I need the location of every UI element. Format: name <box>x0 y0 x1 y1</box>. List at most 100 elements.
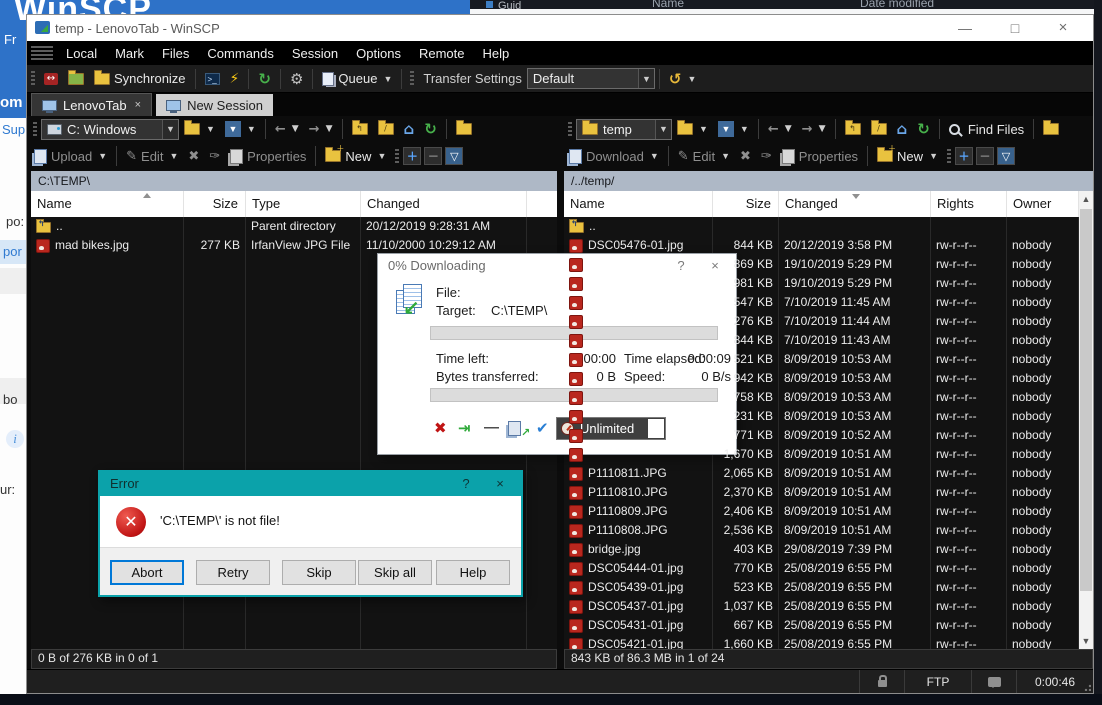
right-rename-button[interactable]: ✑ <box>756 144 777 168</box>
left-forward-button[interactable]: →▼ <box>304 117 338 141</box>
skip-all-button[interactable]: Skip all <box>358 560 432 585</box>
menu-commands[interactable]: Commands <box>198 46 282 61</box>
toolbar-grip[interactable] <box>410 71 414 86</box>
file-row[interactable]: DSC05437-01.jpg1,037 KB25/08/2019 6:55 P… <box>564 597 1079 616</box>
chevron-down-icon[interactable]: ▼ <box>655 120 671 139</box>
tab-new-session[interactable]: New Session <box>156 94 273 116</box>
column-header-name[interactable]: Name <box>564 191 713 217</box>
left-rename-button[interactable]: ✑ <box>204 144 225 168</box>
right-delete-button[interactable]: ✖ <box>735 144 756 168</box>
sync-panels-button[interactable]: ↔ <box>39 67 63 91</box>
left-selection-filter-button[interactable]: ▽ <box>445 147 463 165</box>
ok-check-icon[interactable]: ✔ <box>536 419 549 437</box>
file-row[interactable]: 547 KB7/10/2019 11:45 AMrw-r--r--nobody <box>564 293 1079 312</box>
right-new-button[interactable]: New ▼ <box>872 144 943 168</box>
file-row[interactable]: 521 KB8/09/2019 10:53 AMrw-r--r--nobody <box>564 350 1079 369</box>
left-filter-button[interactable]: ▼▼ <box>220 117 261 141</box>
file-row[interactable]: 942 KB8/09/2019 10:53 AMrw-r--r--nobody <box>564 369 1079 388</box>
close-button[interactable]: × <box>1047 18 1079 38</box>
file-row[interactable]: DSC05476-01.jpg844 KB20/12/2019 3:58 PMr… <box>564 236 1079 255</box>
left-back-button[interactable]: ←▼ <box>270 117 304 141</box>
synchronize-button[interactable]: Synchronize <box>89 67 191 91</box>
right-directory-combo[interactable]: temp ▼ <box>576 119 672 140</box>
right-edit-button[interactable]: ✎ Edit ▼ <box>673 144 735 168</box>
transfer-settings-combo[interactable]: Default ▼ <box>527 68 655 89</box>
file-row[interactable]: DSC05444-01.jpg770 KB25/08/2019 6:55 PMr… <box>564 559 1079 578</box>
file-row[interactable]: 981 KB19/10/2019 5:29 PMrw-r--r--nobody <box>564 274 1079 293</box>
chevron-down-icon[interactable]: ▼ <box>162 120 178 139</box>
session-log-cell[interactable] <box>971 670 1016 693</box>
right-open-directory-button[interactable]: ▼ <box>672 117 713 141</box>
file-row[interactable]: DSC05431-01.jpg667 KB25/08/2019 6:55 PMr… <box>564 616 1079 635</box>
encryption-cell[interactable] <box>859 670 904 693</box>
chevron-down-icon[interactable]: ▼ <box>638 69 654 88</box>
left-delete-button[interactable]: ✖ <box>183 144 204 168</box>
cancel-transfer-icon[interactable]: ✖ <box>434 419 447 437</box>
left-parent-directory-button[interactable]: ↰ <box>347 117 373 141</box>
right-properties-button[interactable]: Properties <box>777 144 863 168</box>
file-row[interactable]: P1110809.JPG2,406 KB8/09/2019 10:51 AMrw… <box>564 502 1079 521</box>
left-properties-button[interactable]: Properties <box>225 144 311 168</box>
left-home-directory-button[interactable]: ⌂ <box>399 117 420 141</box>
file-row[interactable]: 276 KB7/10/2019 11:44 AMrw-r--r--nobody <box>564 312 1079 331</box>
right-copy-path-button[interactable] <box>1038 117 1064 141</box>
toolbar-grip[interactable] <box>33 122 37 137</box>
menu-local[interactable]: Local <box>57 46 106 61</box>
scrollbar-thumb[interactable] <box>1080 209 1092 591</box>
file-row[interactable]: 771 KB8/09/2019 10:52 AMrw-r--r--nobody <box>564 426 1079 445</box>
left-refresh-button[interactable]: ↻ <box>419 117 442 141</box>
left-edit-button[interactable]: ✎ Edit ▼ <box>121 144 183 168</box>
transfer-options-button[interactable]: ↺ ▼ <box>664 67 702 91</box>
menu-options[interactable]: Options <box>347 46 410 61</box>
menu-help[interactable]: Help <box>473 46 518 61</box>
move-to-queue-icon[interactable]: ↗ <box>508 421 530 440</box>
column-header-rights[interactable]: Rights <box>931 191 1007 217</box>
file-row[interactable]: 844 KB7/10/2019 11:43 AMrw-r--r--nobody <box>564 331 1079 350</box>
skip-button[interactable]: Skip <box>282 560 356 585</box>
left-new-button[interactable]: New ▼ <box>320 144 391 168</box>
download-button[interactable]: Download ▼ <box>564 144 664 168</box>
left-path-bar[interactable]: C:\TEMP\ <box>31 171 557 191</box>
file-row[interactable]: mad bikes.jpg277 KBIrfanView JPG File11/… <box>31 236 557 255</box>
refresh-button[interactable]: ↻ <box>253 67 276 91</box>
protocol-cell[interactable]: FTP <box>904 670 971 693</box>
column-header-name[interactable]: Name <box>31 191 184 217</box>
window-titlebar[interactable]: temp - LenovoTab - WinSCP — □ × <box>27 15 1093 41</box>
skip-file-icon[interactable]: ⇥ <box>458 419 471 437</box>
right-path-bar[interactable]: /../temp/ <box>564 171 1093 191</box>
left-root-directory-button[interactable]: / <box>373 117 399 141</box>
file-row[interactable]: ..Parent directory20/12/2019 9:28:31 AM <box>31 217 557 236</box>
resize-grip[interactable] <box>1082 682 1091 691</box>
column-header-type[interactable]: Type <box>246 191 361 217</box>
background-link-fragment[interactable]: por <box>3 244 22 259</box>
help-button[interactable]: Help <box>436 560 510 585</box>
right-filter-button[interactable]: ▼▼ <box>713 117 754 141</box>
right-list-scrollbar[interactable]: ▲ ▼ <box>1079 191 1093 649</box>
right-selection-filter-button[interactable]: ▽ <box>997 147 1015 165</box>
file-row[interactable]: P1110811.JPG2,065 KB8/09/2019 10:51 AMrw… <box>564 464 1079 483</box>
menu-mark[interactable]: Mark <box>106 46 153 61</box>
right-refresh-button[interactable]: ↻ <box>912 117 935 141</box>
toolbar-grip[interactable] <box>947 149 951 164</box>
preferences-button[interactable]: ⚙ <box>285 67 308 91</box>
column-header-size[interactable]: Size <box>184 191 246 217</box>
left-open-directory-button[interactable]: ▼ <box>179 117 220 141</box>
background-link-fragment[interactable]: Sup <box>2 122 25 137</box>
abort-button[interactable]: Abort <box>110 560 184 585</box>
minimize-button[interactable]: — <box>949 18 981 38</box>
toolbar-grip[interactable] <box>31 71 35 86</box>
queue-button[interactable]: Queue ▼ <box>317 67 397 91</box>
file-row[interactable]: 758 KB8/09/2019 10:53 AMrw-r--r--nobody <box>564 388 1079 407</box>
close-icon[interactable]: × <box>485 472 515 496</box>
help-icon[interactable]: ? <box>451 472 481 496</box>
left-select-button[interactable]: ＋ <box>403 147 421 165</box>
right-parent-directory-button[interactable]: ↰ <box>840 117 866 141</box>
right-root-directory-button[interactable]: / <box>866 117 892 141</box>
minimize-dialog-icon[interactable]: — <box>484 419 499 436</box>
left-drive-combo[interactable]: C: Windows ▼ <box>41 119 179 140</box>
column-header-size[interactable]: Size <box>713 191 779 217</box>
scroll-down-icon[interactable]: ▼ <box>1079 633 1093 649</box>
find-files-button[interactable]: Find Files <box>944 117 1029 141</box>
menu-files[interactable]: Files <box>153 46 198 61</box>
file-row[interactable]: 231 KB8/09/2019 10:53 AMrw-r--r--nobody <box>564 407 1079 426</box>
